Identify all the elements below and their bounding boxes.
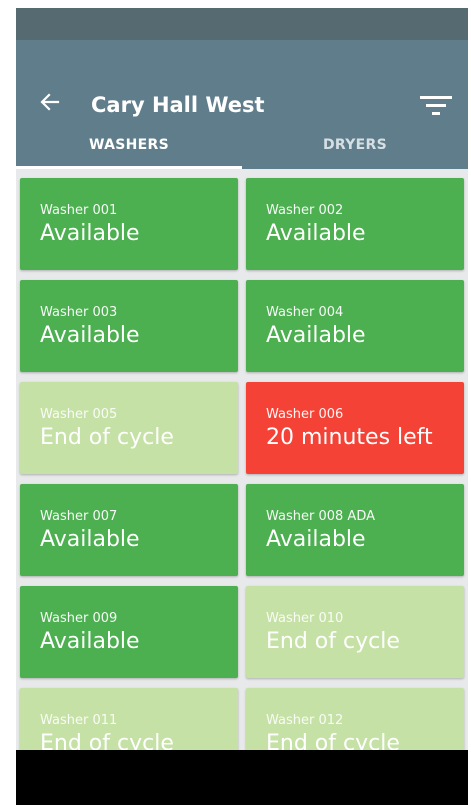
- machine-status: End of cycle: [40, 731, 174, 750]
- machine-name: Washer 006: [266, 407, 344, 422]
- machine-name: Washer 010: [266, 611, 344, 626]
- machine-status: Available: [40, 527, 140, 552]
- machine-name: Washer 005: [40, 407, 118, 422]
- app-screen: Cary Hall West WASHERS DRYERS Washer 001…: [16, 8, 468, 750]
- machine-card[interactable]: Washer 008 ADA Available: [246, 484, 464, 576]
- machine-card[interactable]: Washer 012 End of cycle: [246, 688, 464, 750]
- tab-dryers[interactable]: DRYERS: [242, 124, 468, 169]
- machine-card[interactable]: Washer 004 Available: [246, 280, 464, 372]
- machine-name: Washer 001: [40, 203, 118, 218]
- machine-name: Washer 002: [266, 203, 344, 218]
- back-button[interactable]: [38, 90, 62, 114]
- status-bar: [16, 8, 468, 40]
- machine-status: Available: [40, 221, 140, 246]
- machine-status: Available: [266, 221, 366, 246]
- machine-name: Washer 008 ADA: [266, 509, 375, 524]
- machine-card[interactable]: Washer 011 End of cycle: [20, 688, 238, 750]
- tab-indicator: [16, 166, 242, 169]
- machine-status: End of cycle: [266, 629, 400, 654]
- machine-status: End of cycle: [40, 425, 174, 450]
- machine-status: End of cycle: [266, 731, 400, 750]
- machine-status: Available: [40, 629, 140, 654]
- machine-card[interactable]: Washer 003 Available: [20, 280, 238, 372]
- filter-list-icon: [420, 96, 452, 115]
- machine-card[interactable]: Washer 005 End of cycle: [20, 382, 238, 474]
- tab-bar: WASHERS DRYERS: [16, 124, 468, 169]
- machine-status: Available: [40, 323, 140, 348]
- machine-grid: Washer 001 Available Washer 002 Availabl…: [16, 169, 468, 750]
- tab-washers[interactable]: WASHERS: [16, 124, 242, 169]
- page-title: Cary Hall West: [91, 93, 265, 117]
- machine-name: Washer 009: [40, 611, 118, 626]
- machine-name: Washer 003: [40, 305, 118, 320]
- machine-card[interactable]: Washer 009 Available: [20, 586, 238, 678]
- machine-name: Washer 012: [266, 713, 344, 728]
- machine-card[interactable]: Washer 010 End of cycle: [246, 586, 464, 678]
- machine-status: 20 minutes left: [266, 425, 433, 450]
- machine-name: Washer 004: [266, 305, 344, 320]
- machine-status: Available: [266, 527, 366, 552]
- machine-status: Available: [266, 323, 366, 348]
- arrow-left-icon: [40, 93, 60, 111]
- filter-button[interactable]: [418, 94, 454, 118]
- machine-card[interactable]: Washer 002 Available: [246, 178, 464, 270]
- machine-name: Washer 007: [40, 509, 118, 524]
- machine-name: Washer 011: [40, 713, 118, 728]
- machine-card[interactable]: Washer 006 20 minutes left: [246, 382, 464, 474]
- machine-card[interactable]: Washer 007 Available: [20, 484, 238, 576]
- navigation-bar-area: [16, 750, 468, 805]
- machine-card[interactable]: Washer 001 Available: [20, 178, 238, 270]
- app-bar: Cary Hall West: [16, 40, 468, 124]
